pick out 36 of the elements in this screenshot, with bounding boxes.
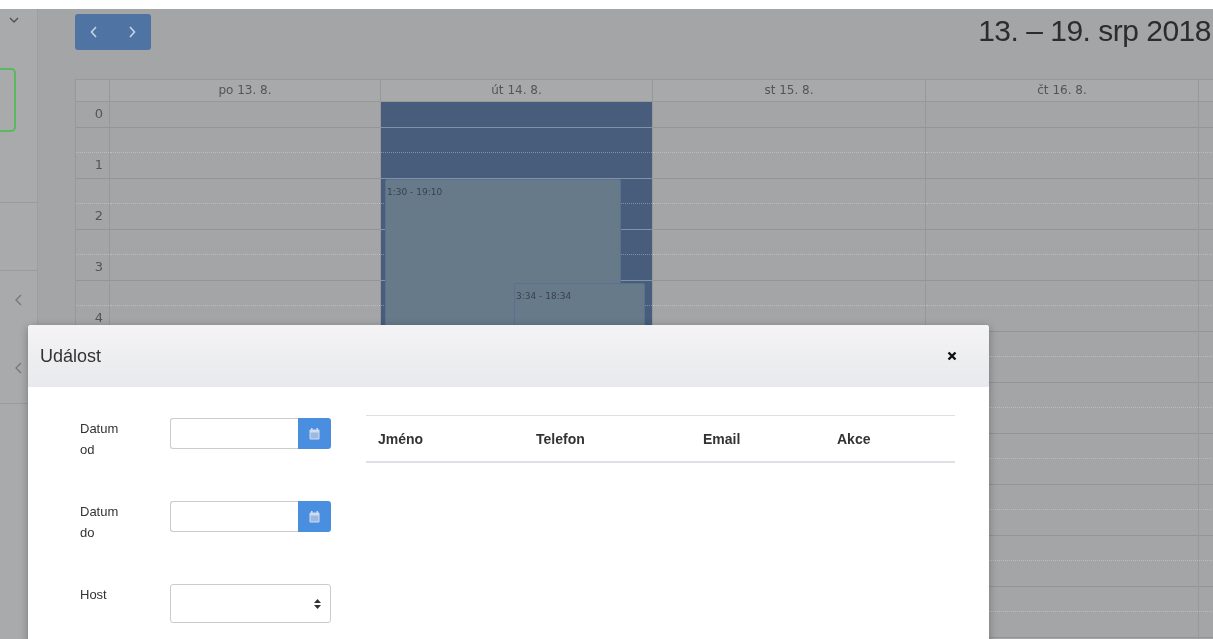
close-button[interactable]	[945, 349, 959, 363]
day-header: čt 16. 8.	[926, 80, 1199, 102]
select-field[interactable]	[170, 584, 331, 623]
sidebar-panel	[0, 68, 16, 132]
close-icon	[947, 351, 957, 361]
column-header: Telefon	[536, 430, 586, 447]
day-header: st 15. 8.	[653, 80, 926, 102]
dialog-title: Událost	[40, 345, 102, 367]
event-time: 3:34 - 18:34	[515, 290, 573, 303]
hour-label: 2	[93, 207, 104, 225]
hour-label: 4	[93, 309, 104, 327]
chevron-down-icon[interactable]	[9, 17, 19, 24]
date-range-title: 13. – 19. srp 2018	[978, 14, 1211, 48]
sort-arrows-icon	[314, 598, 321, 609]
chevron-left-icon[interactable]	[15, 362, 22, 374]
field-label: Datum do	[80, 503, 120, 542]
calendar-icon	[309, 427, 320, 440]
day-header: po 13. 8.	[110, 80, 381, 102]
column-header: Email	[703, 430, 742, 447]
field-label: Host	[80, 586, 108, 604]
date-field[interactable]	[170, 501, 298, 532]
hour-label: 0	[93, 105, 104, 123]
chevron-left-icon[interactable]	[15, 294, 22, 306]
event-time: 1:30 - 19:10	[386, 185, 444, 199]
column-header: Akce	[837, 430, 872, 447]
calendar-icon	[309, 510, 320, 523]
field-label: Datum od	[80, 420, 120, 459]
chevron-right-icon	[128, 26, 136, 38]
chevron-left-icon	[90, 26, 98, 38]
calendar-button[interactable]	[298, 418, 331, 449]
calendar-button[interactable]	[298, 501, 331, 532]
hour-label: 1	[93, 156, 104, 174]
hour-label: 3	[93, 258, 104, 276]
column-header: Jméno	[378, 430, 425, 447]
date-field[interactable]	[170, 418, 298, 449]
day-header: út 14. 8.	[381, 80, 653, 102]
